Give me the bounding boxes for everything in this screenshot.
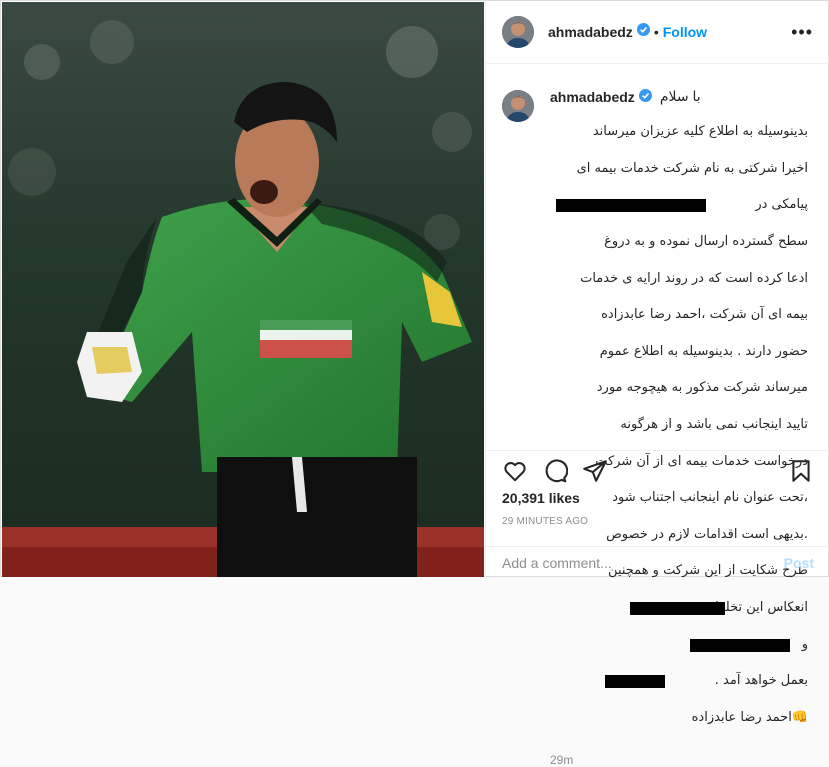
caption-line: .بدیهی است اقدامات لازم در خصوص	[606, 526, 808, 542]
caption-line: بیمه ای آن شرکت ،احمد رضا عابدزاده	[601, 307, 808, 323]
caption-username[interactable]: ahmadabedz	[550, 89, 635, 105]
avatar[interactable]	[502, 16, 534, 48]
caption-line: 👊احمد رضا عابدزاده	[691, 709, 808, 725]
heart-icon[interactable]	[502, 458, 528, 484]
comment-input[interactable]	[502, 554, 784, 571]
caption-line: تایید اینجانب نمی باشد و از هرگونه	[620, 417, 808, 433]
goalkeeper-photo	[2, 2, 484, 577]
caption-line: میرساند شرکت مذکور به هیچوجه مورد	[596, 380, 808, 396]
separator-dot: •	[653, 24, 659, 40]
caption-line: اخیرا شرکتی به نام شرکت خدمات بیمه ای	[576, 160, 808, 176]
post-comment-button[interactable]: Post	[784, 555, 814, 571]
caption-greeting: با سلام	[659, 88, 701, 104]
caption-line: بدینوسیله به اطلاع کلیه عزیزان میرساند	[592, 124, 808, 140]
caption-line: انعکاس این تخلفات به	[550, 599, 808, 617]
redacted-block	[630, 602, 725, 616]
caption: ahmadabedz با سلام بدینوسیله به اطلاع کل…	[502, 88, 813, 745]
comment-icon[interactable]	[542, 458, 568, 484]
post-timestamp[interactable]: 29 MINUTES AGO	[502, 516, 588, 527]
username-link[interactable]: ahmadabedz	[548, 24, 633, 40]
bookmark-icon[interactable]	[788, 458, 814, 484]
redacted-block	[556, 199, 706, 213]
caption-line: سطح گسترده ارسال نموده و به دروغ	[604, 234, 808, 250]
caption-time: 29m	[550, 753, 574, 767]
redacted-block	[605, 675, 665, 689]
likes-count[interactable]: 20,391 likes	[502, 490, 580, 506]
verified-badge-icon	[636, 23, 650, 41]
profile-picture-icon	[502, 90, 534, 122]
post-sidebar: ahmadabedz • Follow ••• ahmadabedz با سل…	[485, 1, 829, 767]
post-photo[interactable]	[2, 2, 484, 577]
caption-text: بدینوسیله به اطلاع کلیه عزیزان میرساند ا…	[550, 105, 808, 745]
verified-badge-icon	[638, 88, 652, 105]
caption-avatar[interactable]	[502, 90, 534, 122]
caption-line: پیامکی در	[550, 196, 808, 214]
comments-section: ahmadabedz با سلام بدینوسیله به اطلاع کل…	[486, 64, 829, 767]
post-header: ahmadabedz • Follow •••	[486, 1, 829, 64]
caption-line: حضور دارند . بدینوسیله به اطلاع عموم	[599, 343, 808, 359]
instagram-post: ahmadabedz • Follow ••• ahmadabedz با سل…	[0, 0, 829, 767]
caption-header: ahmadabedz با سلام	[550, 88, 808, 105]
share-icon[interactable]	[582, 458, 608, 484]
follow-button[interactable]: Follow	[663, 24, 707, 40]
caption-body: ahmadabedz با سلام بدینوسیله به اطلاع کل…	[550, 88, 808, 745]
caption-line: بعمل خواهد آمد .	[550, 672, 808, 690]
caption-line: و	[550, 636, 808, 654]
emoji-fist: 👊	[791, 709, 808, 725]
redacted-block	[690, 638, 790, 652]
action-bar	[486, 450, 829, 490]
more-options-icon[interactable]: •••	[791, 23, 813, 41]
caption-line: ادعا کرده است که در روند ارایه ی خدمات	[580, 270, 808, 286]
caption-line: ،تحت عنوان نام اینجانب اجتناب شود	[612, 490, 808, 506]
add-comment-bar: Post	[486, 546, 829, 578]
profile-picture-icon	[502, 16, 534, 48]
